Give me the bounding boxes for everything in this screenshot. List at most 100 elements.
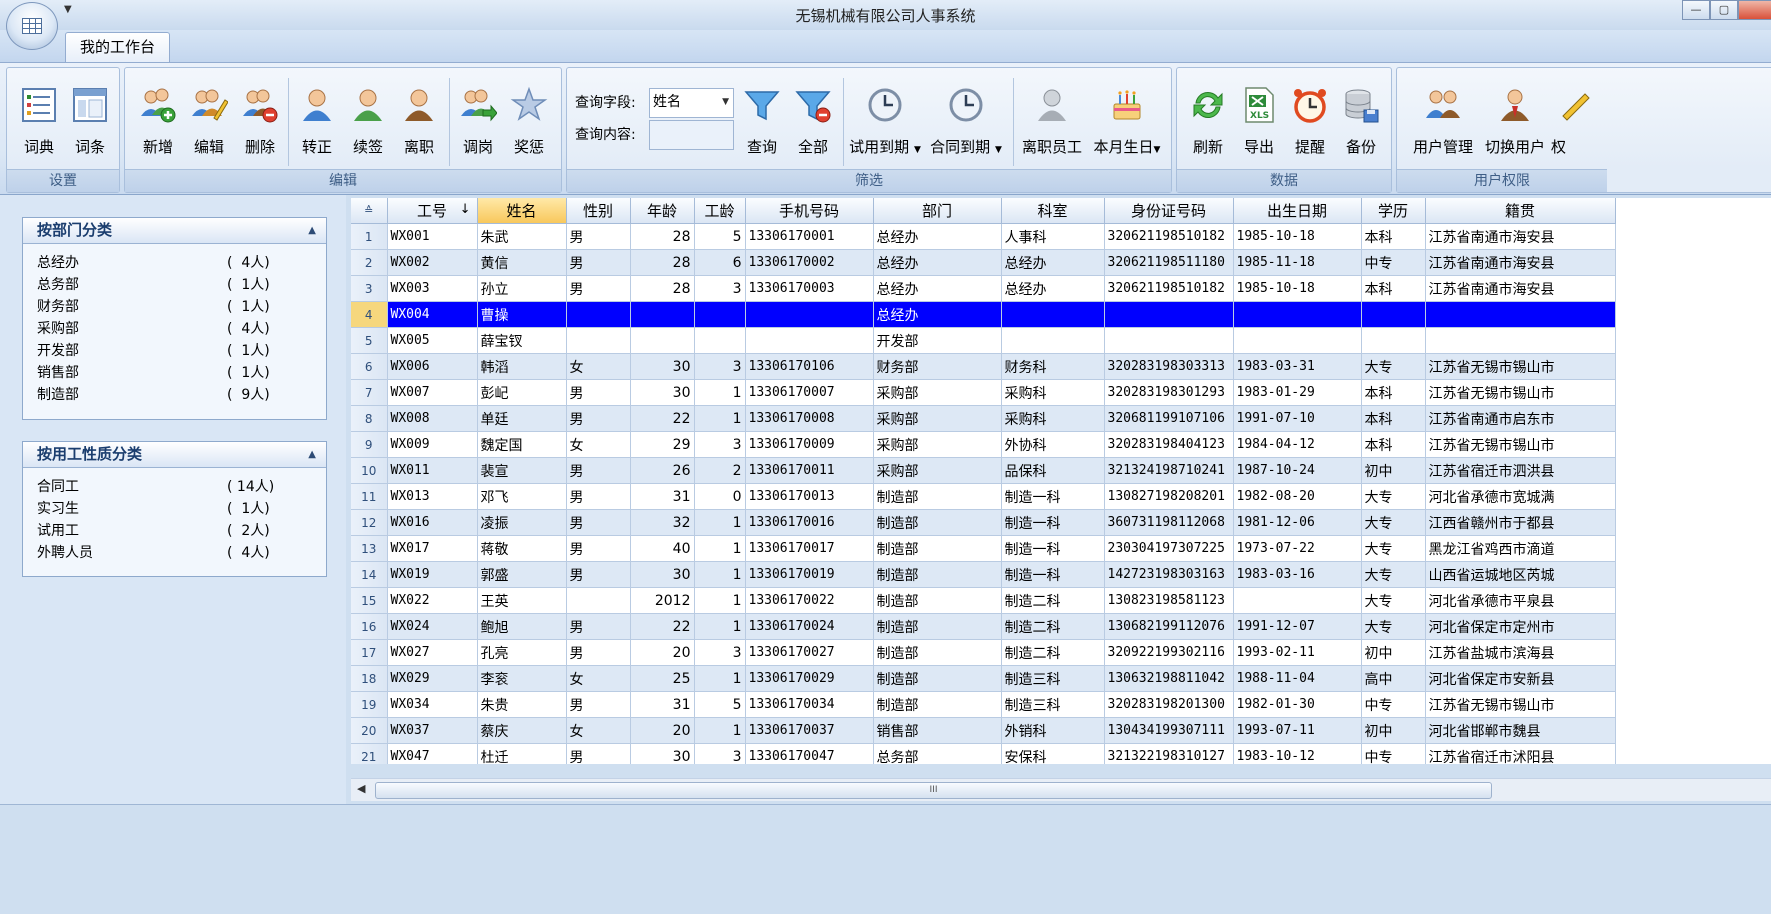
table-cell[interactable]: 河北省承德市平泉县 (1425, 587, 1616, 614)
column-header[interactable]: 身份证号码 (1104, 198, 1234, 224)
table-cell[interactable]: 31 (630, 691, 695, 718)
row-number[interactable]: 13 (351, 535, 388, 562)
collapse-icon[interactable]: ▲ (308, 218, 316, 243)
table-cell[interactable] (1361, 327, 1426, 354)
backup-button[interactable]: 备份 (1336, 80, 1386, 160)
table-cell[interactable]: 曹操 (477, 301, 567, 328)
table-cell[interactable]: 130434199307111 (1104, 717, 1234, 744)
table-cell[interactable]: 32 (630, 509, 695, 536)
table-cell[interactable]: 321322198310127 (1104, 743, 1234, 764)
table-cell[interactable]: 江苏省盐城市滨海县 (1425, 639, 1616, 666)
table-cell[interactable]: 13306170034 (745, 691, 874, 718)
table-cell[interactable]: 男 (566, 561, 631, 588)
employment-type-item[interactable]: 合同工 ( 14人) (23, 476, 326, 498)
scrollbar-thumb[interactable]: III (375, 782, 1492, 799)
table-cell[interactable] (1001, 327, 1105, 354)
table-cell[interactable]: 30 (630, 743, 695, 764)
table-cell[interactable]: 320681199107106 (1104, 405, 1234, 432)
table-cell[interactable]: 29 (630, 431, 695, 458)
table-cell[interactable]: 裴宣 (477, 457, 567, 484)
table-cell[interactable]: 3 (694, 743, 746, 764)
table-cell[interactable]: 销售部 (873, 717, 1002, 744)
row-number[interactable]: 3 (351, 275, 388, 302)
table-cell[interactable]: 13306170024 (745, 613, 874, 640)
table-cell[interactable]: 2012 (630, 587, 695, 614)
table-cell[interactable]: 高中 (1361, 665, 1426, 692)
table-cell[interactable] (694, 327, 746, 354)
table-cell[interactable]: 制造部 (873, 483, 1002, 510)
employment-category-header[interactable]: 按用工性质分类 ▲ (23, 442, 326, 468)
table-cell[interactable]: 男 (566, 457, 631, 484)
table-cell[interactable]: 制造二科 (1001, 587, 1105, 614)
table-cell[interactable]: 大专 (1361, 613, 1426, 640)
query-content-input[interactable] (649, 120, 734, 150)
table-cell[interactable]: 制造部 (873, 613, 1002, 640)
table-cell[interactable]: 22 (630, 405, 695, 432)
table-cell[interactable]: 25 (630, 665, 695, 692)
table-cell[interactable]: 采购科 (1001, 379, 1105, 406)
table-cell[interactable]: WX001 (387, 223, 478, 250)
table-cell[interactable]: 黄信 (477, 249, 567, 276)
table-cell[interactable]: 28 (630, 249, 695, 276)
table-cell[interactable]: 制造部 (873, 587, 1002, 614)
table-cell[interactable]: 22 (630, 613, 695, 640)
table-cell[interactable]: WX037 (387, 717, 478, 744)
table-cell[interactable]: 1 (694, 587, 746, 614)
table-cell[interactable]: WX004 (387, 301, 478, 328)
table-cell[interactable]: 1982-08-20 (1233, 483, 1362, 510)
table-cell[interactable]: WX013 (387, 483, 478, 510)
table-cell[interactable]: 13306170003 (745, 275, 874, 302)
table-cell[interactable]: 3 (694, 431, 746, 458)
row-number[interactable]: 2 (351, 249, 388, 276)
table-cell[interactable]: 320922199302116 (1104, 639, 1234, 666)
table-cell[interactable]: 采购部 (873, 405, 1002, 432)
row-number[interactable]: 16 (351, 613, 388, 640)
table-row[interactable]: 5 WX005 薛宝钗 开发部 (351, 327, 1616, 354)
table-cell[interactable]: WX034 (387, 691, 478, 718)
employment-type-item[interactable]: 外聘人员 ( 4人) (23, 542, 326, 564)
table-cell[interactable]: 朱武 (477, 223, 567, 250)
column-header[interactable]: 出生日期 (1233, 198, 1362, 224)
table-row[interactable]: 9 WX009 魏定国女 29 3 13306170009 采购部 外协科 3202831984… (351, 431, 1616, 458)
employment-type-item[interactable]: 试用工 ( 2人) (23, 520, 326, 542)
table-cell[interactable]: 13306170002 (745, 249, 874, 276)
table-cell[interactable]: WX016 (387, 509, 478, 536)
table-row[interactable]: 11 WX013 邓飞男 31 0 13306170013 制造部 制造一科 130827198… (351, 483, 1616, 510)
table-cell[interactable]: 中专 (1361, 743, 1426, 764)
table-cell[interactable]: 320621198510182 (1104, 275, 1234, 302)
table-cell[interactable]: 男 (566, 223, 631, 250)
delete-button[interactable]: 删除 (235, 80, 285, 160)
table-cell[interactable]: 3 (694, 353, 746, 380)
table-cell[interactable]: 孔亮 (477, 639, 567, 666)
table-cell[interactable]: 1983-03-31 (1233, 353, 1362, 380)
table-cell[interactable]: 13306170009 (745, 431, 874, 458)
table-cell[interactable]: 江苏省南通市海安县 (1425, 249, 1616, 276)
table-row[interactable]: 18 WX029 李衮女 25 1 13306170029 制造部 制造三科 130632198… (351, 665, 1616, 692)
row-number[interactable]: 4 (351, 301, 388, 328)
table-cell[interactable]: 大专 (1361, 587, 1426, 614)
table-cell[interactable]: 1983-01-29 (1233, 379, 1362, 406)
table-cell[interactable]: 蒋敬 (477, 535, 567, 562)
contract-due-button[interactable]: 合同到期 ▼ (930, 80, 1002, 160)
table-cell[interactable]: 13306170027 (745, 639, 874, 666)
table-cell[interactable]: 鲍旭 (477, 613, 567, 640)
table-cell[interactable]: 财务部 (873, 353, 1002, 380)
table-cell[interactable]: 5 (694, 691, 746, 718)
table-cell[interactable]: 品保科 (1001, 457, 1105, 484)
table-cell[interactable]: 321324198710241 (1104, 457, 1234, 484)
table-cell[interactable]: 女 (566, 717, 631, 744)
resign-button[interactable]: 离职 (394, 80, 444, 160)
row-number[interactable]: 7 (351, 379, 388, 406)
table-cell[interactable]: 1 (694, 561, 746, 588)
dictionary-button[interactable]: 词典 (14, 80, 64, 160)
table-cell[interactable]: 采购科 (1001, 405, 1105, 432)
table-cell[interactable]: 13306170007 (745, 379, 874, 406)
table-cell[interactable]: 河北省承德市宽城满 (1425, 483, 1616, 510)
table-cell[interactable]: 13306170106 (745, 353, 874, 380)
table-cell[interactable]: 1984-04-12 (1233, 431, 1362, 458)
table-cell[interactable]: 1991-12-07 (1233, 613, 1362, 640)
table-cell[interactable]: 28 (630, 275, 695, 302)
table-cell[interactable] (630, 327, 695, 354)
resigned-staff-button[interactable]: 离职员工 (1022, 80, 1082, 160)
table-cell[interactable]: 320283198404123 (1104, 431, 1234, 458)
